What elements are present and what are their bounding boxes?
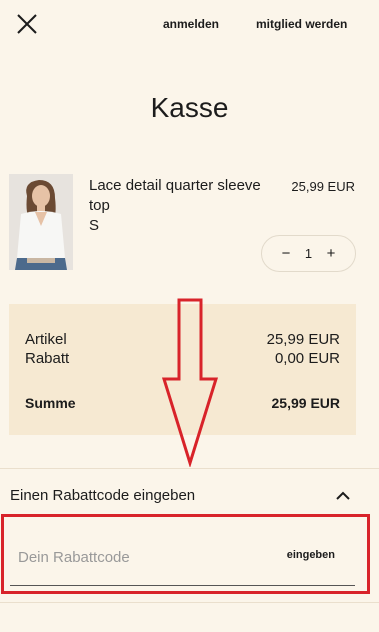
- annotation-highlight-box: [1, 514, 370, 594]
- chevron-up-icon: [336, 491, 350, 500]
- coupon-toggle[interactable]: Einen Rabattcode eingeben: [0, 469, 379, 519]
- product-price: 25,99 EUR: [291, 179, 355, 194]
- login-link[interactable]: anmelden: [163, 17, 219, 31]
- close-icon[interactable]: [14, 11, 40, 37]
- signup-link[interactable]: mitglied werden: [256, 17, 347, 31]
- discount-value: 0,00 EUR: [274, 350, 340, 367]
- decrease-quantity-button[interactable]: −: [273, 236, 299, 271]
- coupon-toggle-label: Einen Rabattcode eingeben: [10, 487, 196, 504]
- quantity-stepper: 1 − +: [261, 235, 356, 272]
- product-image[interactable]: [9, 174, 73, 270]
- annotation-down-arrow-icon: [161, 298, 219, 467]
- product-name[interactable]: Lace detail quarter sleeve top: [89, 176, 284, 216]
- product-size: S: [89, 217, 100, 234]
- increase-quantity-button[interactable]: +: [318, 236, 344, 271]
- discount-label: Rabatt: [25, 350, 70, 367]
- total-value: 25,99 EUR: [271, 395, 340, 411]
- top-bar: anmelden mitglied werden: [0, 0, 379, 48]
- total-label: Summe: [25, 395, 76, 411]
- items-label: Artikel: [25, 331, 67, 348]
- divider: [0, 602, 379, 603]
- items-value: 25,99 EUR: [266, 331, 340, 348]
- page-title: Kasse: [150, 92, 229, 123]
